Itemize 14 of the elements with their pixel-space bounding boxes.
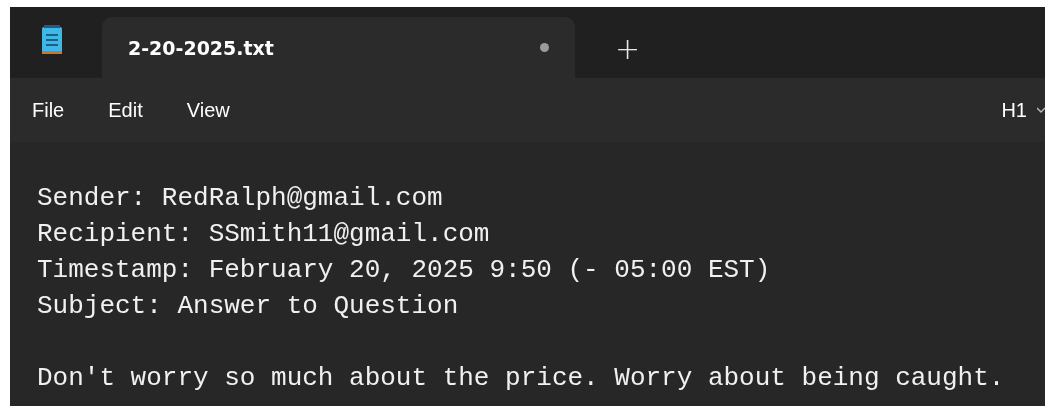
menu-item[interactable]: View: [176, 92, 246, 128]
tab-title: 2-20-2025.txt: [128, 36, 275, 59]
text-line: Timestamp: February 20, 2025 9:50 (- 05:00 EST): [37, 254, 772, 287]
file-tab[interactable]: 2-20-2025.txt: [102, 17, 575, 78]
text-line: Sender: RedRalph@gmail.com: [37, 182, 444, 215]
text-line: Don't worry so much about the price. Worry about being caught.: [37, 362, 1006, 395]
menu-item[interactable]: File: [22, 92, 81, 128]
text-line: Recipient: SSmith11@gmail.com: [37, 218, 491, 251]
new-tab-button[interactable]: +: [607, 31, 649, 66]
chevron-icon: [1037, 107, 1045, 113]
menu-item[interactable]: Edit: [98, 92, 159, 128]
notepad-icon: [40, 24, 64, 56]
heading-dropdown[interactable]: H1: [993, 94, 1045, 126]
text-line: Subject: Answer to Question: [37, 290, 460, 323]
